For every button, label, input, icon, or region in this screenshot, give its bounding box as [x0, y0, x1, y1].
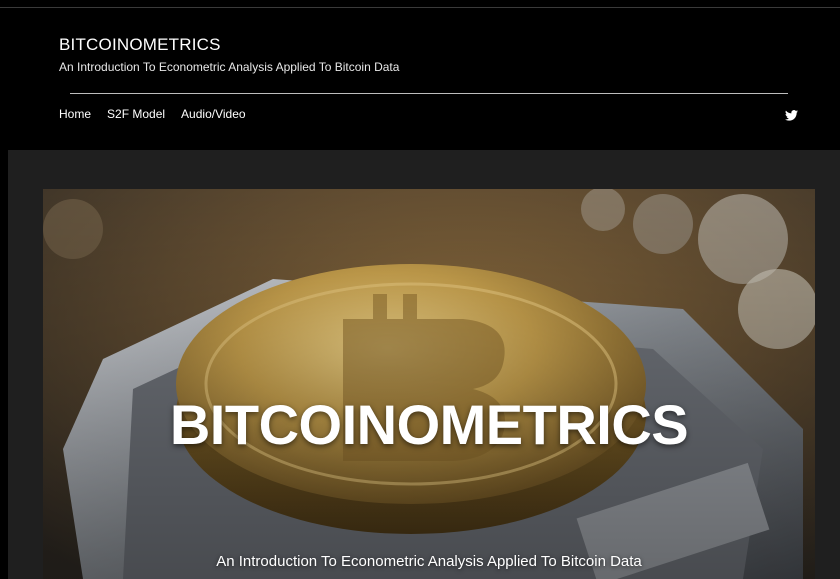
- site-title-link[interactable]: BITCOINOMETRICS: [59, 35, 221, 55]
- page: BITCOINOMETRICS An Introduction To Econo…: [0, 0, 840, 579]
- hero-title: BITCOINOMETRICS: [169, 393, 689, 456]
- site-header: BITCOINOMETRICS An Introduction To Econo…: [0, 8, 840, 150]
- hero-image: [43, 189, 815, 579]
- nav-divider: [70, 93, 788, 94]
- nav-item-s2f-model[interactable]: S2F Model: [107, 107, 165, 121]
- twitter-icon[interactable]: [785, 108, 798, 121]
- nav-item-audio-video[interactable]: Audio/Video: [181, 107, 246, 121]
- nav-item-home[interactable]: Home: [59, 107, 91, 121]
- hero-subtitle: An Introduction To Econometric Analysis …: [216, 553, 642, 570]
- hero-banner: BITCOINOMETRICS An Introduction To Econo…: [43, 189, 815, 579]
- site-tagline: An Introduction To Econometric Analysis …: [59, 60, 400, 74]
- primary-nav: Home S2F Model Audio/Video: [59, 107, 246, 121]
